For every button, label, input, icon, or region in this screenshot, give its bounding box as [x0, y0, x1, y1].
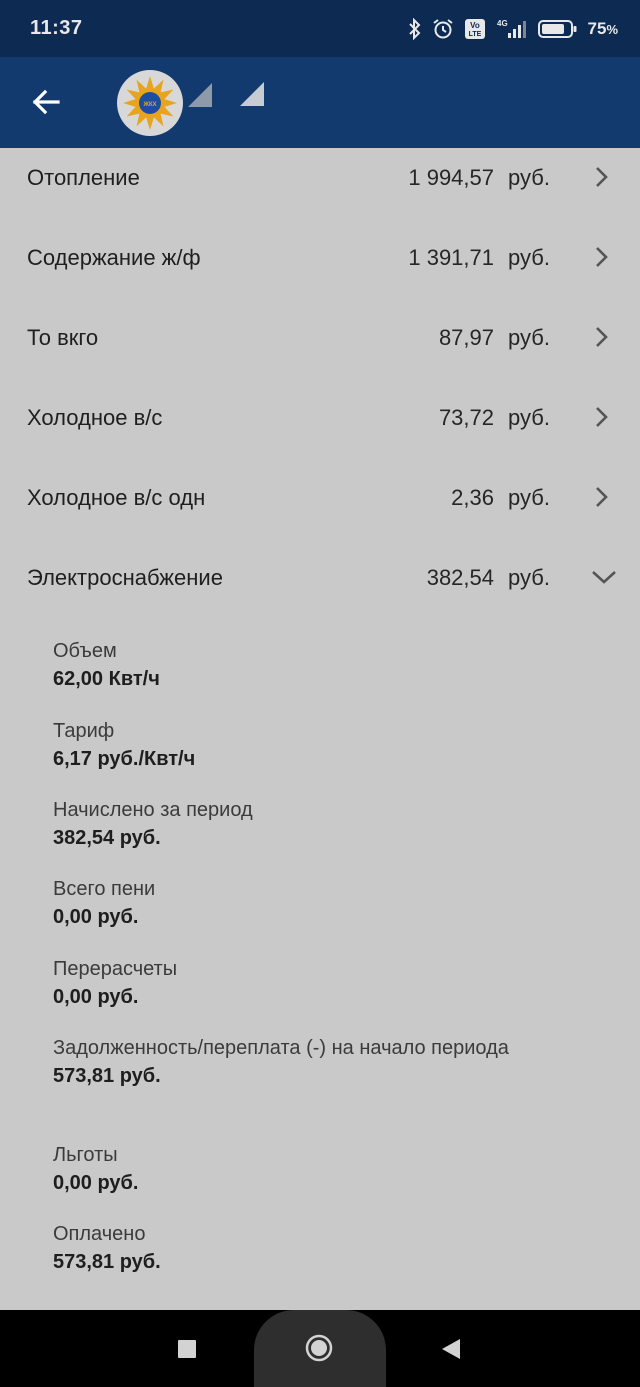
app-bar: ЖКХ [0, 57, 640, 148]
detail-value: 0,00 руб. [53, 986, 139, 1008]
detail-value: 6,17 руб./Квт/ч [53, 748, 196, 770]
detail-label: Оплачено [53, 1223, 146, 1245]
back-triangle-icon[interactable] [440, 1338, 462, 1360]
charge-unit: руб. [508, 325, 550, 350]
chevron-right-icon [596, 327, 608, 347]
charge-amount: 1 391,71 [408, 245, 494, 270]
detail-label: Всего пени [53, 878, 156, 900]
chevron-right-icon [596, 247, 608, 267]
charge-amount: 1 994,57 [408, 165, 494, 190]
alarm-icon [432, 18, 453, 38]
charge-amount: 382,54 [426, 565, 494, 590]
detail-label: Перерасчеты [53, 958, 178, 980]
detail-label: Тариф [53, 720, 115, 742]
detail-item: Задолженность/переплата (-) на начало пе… [53, 1035, 523, 1091]
charge-amount: 87,97 [438, 325, 494, 350]
status-bar: 11:37 Vo LTE 4G 75% [0, 0, 640, 57]
charge-row-vkgo[interactable]: То вкго 87,97 руб. [0, 308, 640, 388]
charge-row-cold-water-common[interactable]: Холодное в/с одн 2,36 руб. [0, 468, 640, 548]
charge-row-cold-water[interactable]: Холодное в/с 73,72 руб. [0, 388, 640, 468]
detail-item: Льготы 0,00 руб. [53, 1142, 138, 1198]
recent-apps-button[interactable] [178, 1340, 196, 1358]
detail-label: Льготы [53, 1144, 118, 1166]
charge-label: Холодное в/с одн [27, 485, 206, 510]
system-nav-bar [0, 1310, 640, 1387]
charge-unit: руб. [508, 485, 550, 510]
svg-text:ЖКХ: ЖКХ [142, 102, 156, 108]
detail-value: 0,00 руб. [53, 1172, 139, 1194]
battery-percent: 75% [587, 18, 618, 38]
detail-value: 382,54 руб. [53, 827, 161, 849]
svg-text:Vo: Vo [470, 21, 480, 30]
detail-item: Тариф 6,17 руб./Квт/ч [53, 718, 195, 774]
charge-label: Холодное в/с [27, 405, 163, 430]
decor-triangle-icon [240, 82, 264, 106]
charge-row-maintenance[interactable]: Содержание ж/ф 1 391,71 руб. [0, 228, 640, 308]
charge-unit: руб. [508, 405, 550, 430]
sun-logo-icon: ЖКХ [123, 76, 177, 130]
charge-unit: руб. [508, 165, 550, 190]
detail-item: Всего пени 0,00 руб. [53, 876, 155, 932]
detail-item: Оплачено 573,81 руб. [53, 1221, 161, 1277]
chevron-right-icon [596, 167, 608, 187]
charge-unit: руб. [508, 245, 550, 270]
decor-triangle-icon [188, 83, 212, 107]
charge-amount: 73,72 [438, 405, 494, 430]
detail-item: Перерасчеты 0,00 руб. [53, 956, 177, 1012]
charge-label: Электроснабжение [27, 565, 223, 590]
svg-text:LTE: LTE [468, 31, 481, 38]
chevron-down-icon [592, 571, 616, 584]
detail-value: 573,81 руб. [53, 1065, 161, 1087]
detail-item: Начислено за период 382,54 руб. [53, 797, 253, 853]
status-icons: Vo LTE 4G 75% [408, 17, 618, 40]
svg-text:4G: 4G [497, 19, 508, 28]
arrow-left-icon[interactable] [26, 82, 66, 122]
status-time: 11:37 [30, 17, 83, 39]
detail-label: Объем [53, 640, 117, 662]
signal-4g-icon: 4G [497, 19, 526, 38]
detail-value: 0,00 руб. [53, 906, 139, 928]
charge-amount: 2,36 [451, 485, 494, 510]
detail-item: Объем 62,00 Квт/ч [53, 638, 160, 694]
chevron-right-icon [596, 487, 608, 507]
bluetooth-icon [408, 17, 420, 40]
charge-label: Содержание ж/ф [27, 245, 201, 270]
volte-icon: Vo LTE [464, 18, 485, 39]
detail-value: 573,81 руб. [53, 1251, 161, 1273]
charge-label: То вкго [27, 325, 99, 350]
company-logo: ЖКХ [117, 70, 183, 136]
detail-label: Начислено за период [53, 799, 253, 821]
charge-label: Отопление [27, 165, 140, 190]
charge-unit: руб. [508, 565, 550, 590]
detail-label: Задолженность/переплата (-) на начало пе… [53, 1037, 509, 1059]
charge-row-electricity[interactable]: Электроснабжение 382,54 руб. [0, 548, 640, 628]
chevron-right-icon [596, 407, 608, 427]
charge-row-heating[interactable]: Отопление 1 994,57 руб. [0, 148, 640, 228]
home-button[interactable] [304, 1333, 334, 1363]
battery-icon [537, 19, 577, 38]
detail-value: 62,00 Квт/ч [53, 668, 160, 690]
